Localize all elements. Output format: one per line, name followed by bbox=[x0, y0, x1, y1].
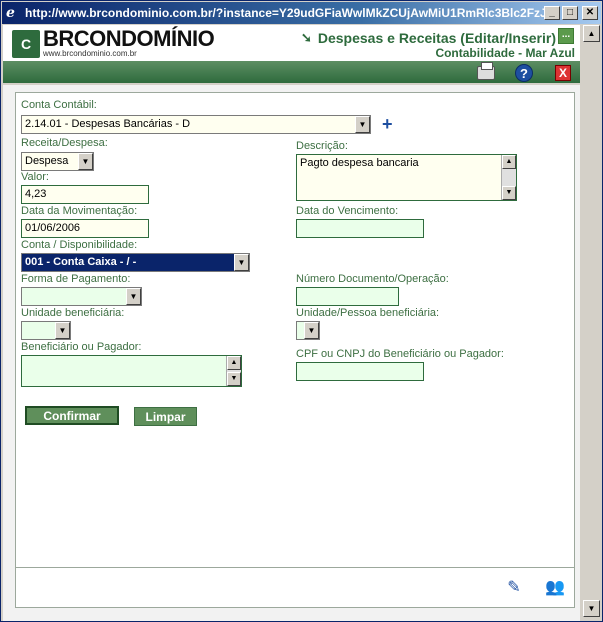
select-unidade-beneficiaria[interactable]: ▼ bbox=[21, 321, 71, 340]
chevron-down-icon: ▼ bbox=[304, 322, 319, 339]
maximize-button[interactable]: □ bbox=[562, 6, 578, 20]
label-data-movimentacao: Data da Movimentação: bbox=[21, 205, 138, 217]
chevron-down-icon: ▼ bbox=[55, 322, 70, 339]
label-beneficiario-pagador: Beneficiário ou Pagador: bbox=[21, 341, 142, 353]
label-valor: Valor: bbox=[21, 171, 49, 183]
label-forma-pagamento: Forma de Pagamento: bbox=[21, 273, 131, 285]
page-subtitle: Contabilidade - Mar Azul bbox=[435, 46, 575, 60]
close-window-button[interactable]: ✕ bbox=[582, 6, 598, 20]
chevron-down-icon: ▼ bbox=[78, 153, 93, 170]
close-icon: X bbox=[555, 65, 571, 81]
minimize-button[interactable]: _ bbox=[544, 6, 560, 20]
chevron-down-icon: ▼ bbox=[355, 116, 370, 133]
select-unidade-pessoa-beneficiaria[interactable]: ▼ bbox=[296, 321, 320, 340]
users-icon[interactable]: 👥 bbox=[544, 576, 566, 598]
select-conta-disponibilidade[interactable]: 001 - Conta Caixa - / - ▼ bbox=[21, 253, 250, 272]
right-scrollbar-track[interactable] bbox=[580, 25, 601, 621]
print-button[interactable] bbox=[476, 62, 496, 83]
descricao-value: Pagto despesa bancaria bbox=[300, 157, 419, 169]
scroll-up-icon[interactable]: ▲ bbox=[227, 356, 241, 370]
form-panel: Conta Contábil: 2.14.01 - Despesas Bancá… bbox=[15, 92, 575, 608]
confirmar-button[interactable]: Confirmar bbox=[24, 405, 120, 426]
descricao-scrollbar[interactable]: ▲ ▼ bbox=[501, 155, 516, 200]
conta-contabil-value: 2.14.01 - Despesas Bancárias - D bbox=[25, 118, 191, 130]
label-numero-documento: Número Documento/Operação: bbox=[296, 273, 449, 285]
limpar-button[interactable]: Limpar bbox=[134, 407, 197, 426]
scroll-down-button[interactable]: ▼ bbox=[583, 600, 600, 617]
toolbar: ? X bbox=[3, 61, 580, 85]
logo-mark: C bbox=[12, 29, 40, 58]
input-cpf-cnpj[interactable] bbox=[296, 362, 424, 381]
brcondominio-logo: C BRCONDOMÍNIO www.brcondominio.com.br bbox=[12, 26, 215, 58]
input-valor[interactable]: 4,23 bbox=[21, 185, 149, 204]
label-data-vencimento: Data do Vencimento: bbox=[296, 205, 399, 217]
unidade-pessoa-beneficiaria-value bbox=[297, 322, 304, 339]
textarea-descricao[interactable]: Pagto despesa bancaria ▲ ▼ bbox=[296, 154, 517, 201]
footer-divider bbox=[16, 567, 574, 568]
conta-disponibilidade-value: 001 - Conta Caixa - / - bbox=[22, 254, 234, 271]
chevron-down-icon: ▼ bbox=[234, 254, 249, 271]
more-options-button[interactable]: ... bbox=[558, 28, 574, 44]
help-icon: ? bbox=[515, 64, 533, 82]
page-area: Conta Contábil: 2.14.01 - Despesas Bancá… bbox=[3, 85, 580, 621]
unidade-beneficiaria-value bbox=[22, 322, 55, 339]
close-form-button[interactable]: X bbox=[553, 63, 573, 83]
page-title: ➘ Despesas e Receitas (Editar/Inserir) bbox=[301, 30, 556, 46]
arrow-icon: ➘ bbox=[300, 30, 312, 45]
title-bar: e http://www.brcondominio.com.br/?instan… bbox=[2, 2, 601, 24]
label-unidade-pessoa-beneficiaria: Unidade/Pessoa beneficiária: bbox=[296, 307, 440, 319]
beneficiario-scrollbar[interactable]: ▲ ▼ bbox=[226, 356, 241, 386]
scroll-down-icon[interactable]: ▼ bbox=[502, 186, 516, 200]
forma-pagamento-value bbox=[22, 288, 126, 305]
label-descricao: Descrição: bbox=[296, 140, 348, 152]
chevron-down-icon: ▼ bbox=[126, 288, 141, 305]
scroll-up-icon[interactable]: ▲ bbox=[502, 155, 516, 169]
receita-despesa-value: Despesa bbox=[25, 155, 69, 167]
page-title-text: Despesas e Receitas (Editar/Inserir) bbox=[317, 30, 556, 46]
input-data-movimentacao[interactable]: 01/06/2006 bbox=[21, 219, 149, 238]
add-conta-icon[interactable]: + bbox=[382, 115, 393, 133]
label-cpf-cnpj: CPF ou CNPJ do Beneficiário ou Pagador: bbox=[296, 348, 504, 360]
scroll-down-icon[interactable]: ▼ bbox=[227, 372, 241, 386]
logo-name: BRCONDOMÍNIO bbox=[43, 26, 215, 51]
ie-icon: e bbox=[6, 5, 15, 21]
browser-window: e http://www.brcondominio.com.br/?instan… bbox=[0, 0, 603, 622]
label-receita-despesa: Receita/Despesa: bbox=[21, 137, 108, 149]
textarea-beneficiario-pagador[interactable]: ▲ ▼ bbox=[21, 355, 242, 387]
window-title: http://www.brcondominio.com.br/?instance… bbox=[25, 6, 544, 20]
printer-icon bbox=[477, 62, 495, 80]
label-conta-contabil: Conta Contábil: bbox=[21, 99, 97, 111]
help-button[interactable]: ? bbox=[514, 63, 534, 83]
edit-list-icon[interactable]: ✎ bbox=[503, 576, 525, 598]
label-unidade-beneficiaria: Unidade beneficiária: bbox=[21, 307, 125, 319]
label-conta-disponibilidade: Conta / Disponibilidade: bbox=[21, 239, 138, 251]
select-forma-pagamento[interactable]: ▼ bbox=[21, 287, 142, 306]
select-conta-contabil[interactable]: 2.14.01 - Despesas Bancárias - D ▼ bbox=[21, 115, 371, 134]
app-header: C BRCONDOMÍNIO www.brcondominio.com.br ➘… bbox=[3, 25, 580, 61]
select-receita-despesa[interactable]: Despesa ▼ bbox=[21, 152, 94, 171]
input-data-vencimento[interactable] bbox=[296, 219, 424, 238]
scroll-up-button[interactable]: ▲ bbox=[583, 25, 600, 42]
input-numero-documento[interactable] bbox=[296, 287, 399, 306]
